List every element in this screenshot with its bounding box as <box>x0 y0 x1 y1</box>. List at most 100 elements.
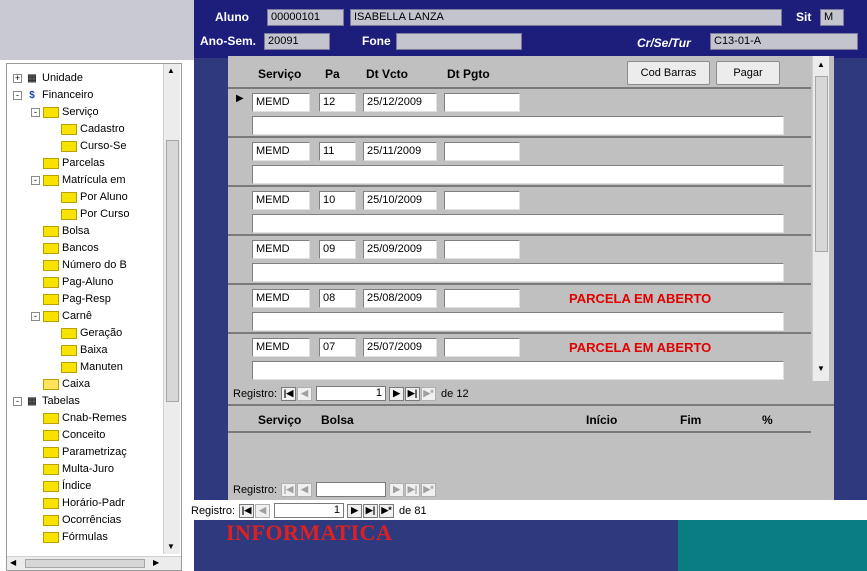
pa-field[interactable]: 10 <box>319 191 356 210</box>
parcelas-scroll-thumb[interactable] <box>815 76 828 252</box>
tree-item[interactable]: Bancos <box>31 240 99 256</box>
next-record-button[interactable]: ▶ <box>389 482 405 497</box>
dtpgto-field[interactable] <box>444 338 520 357</box>
dtvcto-field[interactable]: 25/08/2009 <box>363 289 437 308</box>
tree-item[interactable]: Pag-Resp <box>31 291 111 307</box>
scroll-down-icon[interactable]: ▼ <box>167 542 175 551</box>
fone-field[interactable] <box>396 33 522 50</box>
pa-field[interactable]: 07 <box>319 338 356 357</box>
collapse-icon[interactable]: - <box>13 396 22 406</box>
collapse-icon[interactable]: - <box>31 107 40 117</box>
scroll-down-icon[interactable]: ▼ <box>817 364 825 373</box>
observation-field[interactable] <box>252 263 784 282</box>
sit-field[interactable]: M <box>820 9 844 26</box>
last-record-button[interactable]: ▶| <box>405 482 421 497</box>
dtvcto-field[interactable]: 25/07/2009 <box>363 338 437 357</box>
tree-item[interactable]: Índice <box>31 478 91 494</box>
observation-field[interactable] <box>252 312 784 331</box>
scroll-up-icon[interactable]: ▲ <box>167 66 175 75</box>
servico-field[interactable]: MEMD <box>252 240 310 259</box>
pa-field[interactable]: 09 <box>319 240 356 259</box>
first-record-button[interactable]: |◀ <box>281 482 297 497</box>
tree-item[interactable]: Curso-Se <box>49 138 126 154</box>
dtpgto-field[interactable] <box>444 93 520 112</box>
dtpgto-field[interactable] <box>444 191 520 210</box>
pa-field[interactable]: 12 <box>319 93 356 112</box>
tree-vertical-scrollbar[interactable]: ▲ ▼ <box>163 64 180 554</box>
tree-item[interactable]: Baixa <box>49 342 108 358</box>
collapse-icon[interactable]: - <box>31 311 40 321</box>
prev-record-button[interactable]: ◀ <box>297 386 313 401</box>
tree-item[interactable]: Horário-Padr <box>31 495 125 511</box>
servico-field[interactable]: MEMD <box>252 289 310 308</box>
tree-item[interactable]: Parcelas <box>31 155 105 171</box>
tree-item[interactable]: Fórmulas <box>31 529 108 545</box>
record-number-field[interactable] <box>316 482 387 497</box>
tree-item[interactable]: Por Curso <box>49 206 130 222</box>
tree-item[interactable]: Cnab-Remes <box>31 410 127 426</box>
pagar-button[interactable]: Pagar <box>716 61 780 85</box>
prev-record-button[interactable]: ◀ <box>255 503 271 518</box>
tree-item[interactable]: Manuten <box>49 359 123 375</box>
scroll-up-icon[interactable]: ▲ <box>817 60 825 69</box>
first-record-button[interactable]: |◀ <box>239 503 255 518</box>
new-record-button[interactable]: ▶* <box>421 482 437 497</box>
dtpgto-field[interactable] <box>444 289 520 308</box>
crsetur-field[interactable]: C13-01-A <box>710 33 858 50</box>
tree-item[interactable]: - Matrícula em <box>31 172 126 188</box>
servico-field[interactable]: MEMD <box>252 93 310 112</box>
tree-horizontal-scrollbar[interactable]: ◀ ▶ <box>7 556 181 570</box>
scroll-right-icon[interactable]: ▶ <box>153 558 159 567</box>
pa-field[interactable]: 08 <box>319 289 356 308</box>
scroll-left-icon[interactable]: ◀ <box>10 558 16 567</box>
anosem-field[interactable]: 20091 <box>264 33 330 50</box>
servico-field[interactable]: MEMD <box>252 338 310 357</box>
tree-item[interactable]: - ▦ Tabelas <box>13 393 80 409</box>
tree-item[interactable]: Cadastro <box>49 121 125 137</box>
tree-item[interactable]: Bolsa <box>31 223 90 239</box>
tree-item[interactable]: Por Aluno <box>49 189 128 205</box>
record-number-field[interactable]: 1 <box>274 503 345 518</box>
last-record-button[interactable]: ▶| <box>405 386 421 401</box>
tree-item[interactable]: Caixa <box>31 376 90 392</box>
tree-item[interactable]: Conceito <box>31 427 105 443</box>
tree-item[interactable]: Parametrizaç <box>31 444 127 460</box>
servico-field[interactable]: MEMD <box>252 191 310 210</box>
next-record-button[interactable]: ▶ <box>347 503 363 518</box>
collapse-icon[interactable]: - <box>31 175 40 185</box>
parcelas-vertical-scrollbar[interactable]: ▲ ▼ <box>812 56 829 381</box>
dtvcto-field[interactable]: 25/12/2009 <box>363 93 437 112</box>
tree-item[interactable]: Geração <box>49 325 122 341</box>
dtvcto-field[interactable]: 25/11/2009 <box>363 142 437 161</box>
pa-field[interactable]: 11 <box>319 142 356 161</box>
dtvcto-field[interactable]: 25/09/2009 <box>363 240 437 259</box>
tree-item[interactable]: Ocorrências <box>31 512 121 528</box>
cod-barras-button[interactable]: Cod Barras <box>627 61 710 85</box>
dtvcto-field[interactable]: 25/10/2009 <box>363 191 437 210</box>
record-number-field[interactable]: 1 <box>316 386 387 401</box>
observation-field[interactable] <box>252 361 784 380</box>
tree-item[interactable]: - Carnê <box>31 308 92 324</box>
tree-scroll-thumb[interactable] <box>166 140 179 402</box>
tree-item[interactable]: + ▦ Unidade <box>13 70 83 86</box>
tree-item[interactable]: Multa-Juro <box>31 461 114 477</box>
expand-icon[interactable]: + <box>13 73 22 83</box>
new-record-button[interactable]: ▶* <box>379 503 395 518</box>
last-record-button[interactable]: ▶| <box>363 503 379 518</box>
observation-field[interactable] <box>252 214 784 233</box>
tree-item[interactable]: - Serviço <box>31 104 99 120</box>
dtpgto-field[interactable] <box>444 240 520 259</box>
observation-field[interactable] <box>252 116 784 135</box>
prev-record-button[interactable]: ◀ <box>297 482 313 497</box>
tree-hscroll-thumb[interactable] <box>25 559 145 568</box>
navigation-tree[interactable]: + ▦ Unidade - $ Financeiro - Serviço Cadastro Cur… <box>6 63 182 571</box>
observation-field[interactable] <box>252 165 784 184</box>
collapse-icon[interactable]: - <box>13 90 22 100</box>
aluno-id-field[interactable]: 00000101 <box>267 9 344 26</box>
tree-item[interactable]: - $ Financeiro <box>13 87 93 103</box>
dtpgto-field[interactable] <box>444 142 520 161</box>
aluno-name-field[interactable]: ISABELLA LANZA <box>350 9 782 26</box>
tree-item[interactable]: Pag-Aluno <box>31 274 113 290</box>
first-record-button[interactable]: |◀ <box>281 386 297 401</box>
new-record-button[interactable]: ▶* <box>421 386 437 401</box>
